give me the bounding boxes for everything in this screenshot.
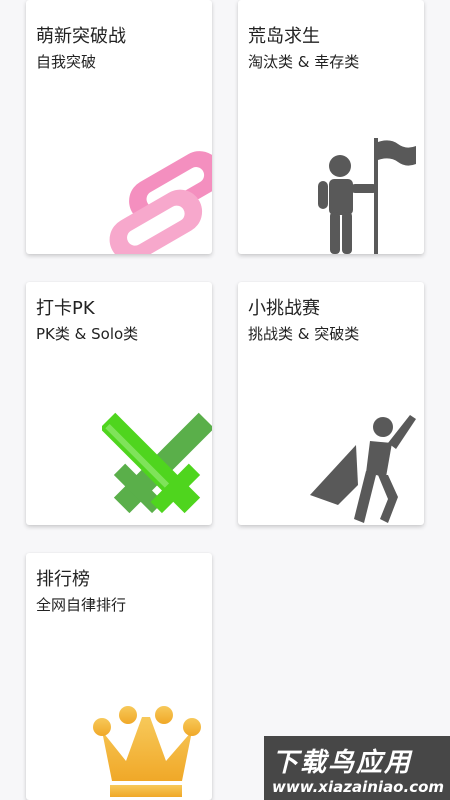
card-subtitle: 全网自律排行 — [36, 596, 127, 614]
card-checkin-pk[interactable]: 打卡PK PK类 & Solo类 — [26, 282, 212, 525]
crown-icon — [93, 706, 201, 797]
card-title: 小挑战赛 — [248, 298, 320, 319]
card-subtitle: 自我突破 — [36, 53, 97, 71]
card-subtitle: 挑战类 & 突破类 — [248, 325, 360, 343]
card-title: 萌新突破战 — [36, 26, 126, 47]
card-title: 排行榜 — [36, 569, 90, 590]
crossed-swords-icon — [102, 412, 212, 514]
chain-link-icon — [109, 151, 212, 254]
card-subtitle: 淘汰类 & 幸存类 — [248, 53, 360, 71]
card-island-survival[interactable]: 荒岛求生 淘汰类 & 幸存类 — [238, 0, 424, 254]
card-mini-challenge[interactable]: 小挑战赛 挑战类 & 突破类 — [238, 282, 424, 525]
card-leaderboard[interactable]: 排行榜 全网自律排行 — [26, 553, 212, 800]
card-title: 打卡PK — [36, 298, 95, 319]
watermark-text: 下载鸟应用 — [272, 748, 413, 778]
card-subtitle: PK类 & Solo类 — [36, 325, 139, 343]
page: 萌新突破战 自我突破 荒岛求生 淘汰类 & 幸存类 打卡PK PK类 & Sol… — [0, 0, 450, 800]
superhero-icon — [310, 415, 416, 523]
watermark-url: www.xiazainiao.com — [272, 778, 445, 796]
person-with-flag-icon — [318, 138, 416, 254]
watermark-logo: 下载鸟应用 www.xiazainiao.com — [264, 736, 450, 800]
card-title: 荒岛求生 — [248, 26, 320, 47]
card-mengxin-breakthrough[interactable]: 萌新突破战 自我突破 — [26, 0, 212, 254]
